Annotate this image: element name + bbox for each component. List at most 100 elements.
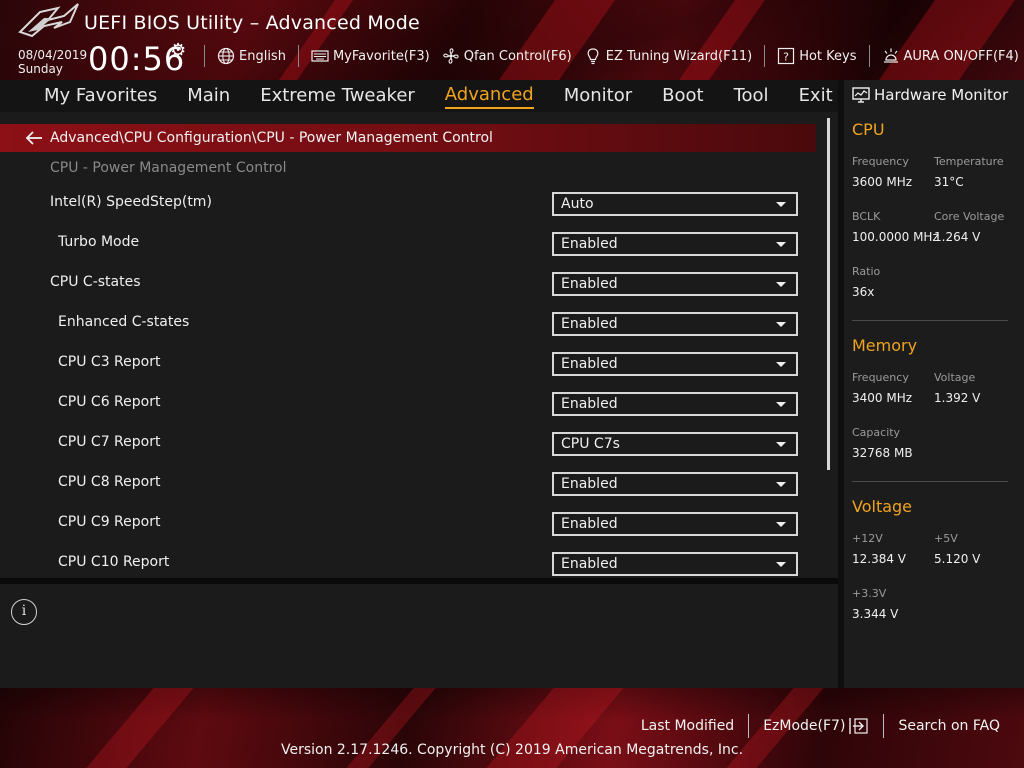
setting-row[interactable]: Intel(R) SpeedStep(tm) Auto [0, 192, 820, 234]
ezmode-button[interactable]: EzMode(F7) [749, 717, 883, 735]
question-box-icon: ? [778, 47, 795, 65]
cpu-c8-report-select[interactable]: Enabled [552, 472, 798, 496]
info-icon: i [11, 599, 37, 625]
scrollbar[interactable] [827, 118, 830, 470]
tab-my-favorites[interactable]: My Favorites [44, 85, 157, 108]
tab-monitor[interactable]: Monitor [564, 85, 632, 108]
core-voltage-value: 1.264 V [934, 230, 981, 244]
toolbar: English MyFavorite(F3) Qfan Control(F6) … [198, 44, 1024, 68]
v33-value: 3.344 V [852, 607, 899, 621]
setting-row[interactable]: Turbo Mode Enabled [0, 232, 820, 274]
select-value: Enabled [561, 516, 618, 532]
select-value: Enabled [561, 476, 618, 492]
back-arrow-icon[interactable] [24, 130, 44, 146]
setting-label: CPU C6 Report [58, 394, 161, 410]
select-value: Auto [561, 196, 594, 212]
setting-label: CPU C7 Report [58, 434, 161, 450]
tab-exit[interactable]: Exit [799, 85, 833, 108]
select-value: Enabled [561, 316, 618, 332]
exit-arrow-icon [849, 718, 869, 734]
hardware-monitor-title: Hardware Monitor [852, 86, 1008, 104]
aura-light-icon [883, 48, 898, 63]
tab-main[interactable]: Main [187, 85, 230, 108]
turbo-mode-select[interactable]: Enabled [552, 232, 798, 256]
breadcrumb-path: Advanced\CPU Configuration\CPU - Power M… [50, 130, 493, 146]
cpu-frequency-label: Frequency [852, 155, 909, 168]
gear-icon[interactable]: ⚙ [170, 40, 186, 61]
setting-label: CPU C10 Report [58, 554, 170, 570]
chevron-down-icon [776, 362, 786, 367]
header-bar: UEFI BIOS Utility – Advanced Mode 08/04/… [0, 0, 1024, 80]
chevron-down-icon [776, 282, 786, 287]
cpu-c9-report-select[interactable]: Enabled [552, 512, 798, 536]
cpu-temperature-value: 31°C [934, 175, 964, 189]
chevron-down-icon [776, 522, 786, 527]
tab-boot[interactable]: Boot [662, 85, 703, 108]
tab-extreme-tweaker[interactable]: Extreme Tweaker [260, 85, 415, 108]
v5-label: +5V [934, 532, 958, 545]
speedstep-select[interactable]: Auto [552, 192, 798, 216]
ratio-value: 36x [852, 285, 875, 299]
memory-voltage-value: 1.392 V [934, 391, 981, 405]
chevron-down-icon [776, 322, 786, 327]
select-value: Enabled [561, 276, 618, 292]
capacity-value: 32768 MB [852, 446, 913, 460]
bclk-label: BCLK [852, 210, 881, 223]
breadcrumb[interactable]: Advanced\CPU Configuration\CPU - Power M… [0, 124, 816, 152]
ez-tuning-wizard-label: EZ Tuning Wizard(F11) [605, 48, 753, 64]
cpu-c3-report-select[interactable]: Enabled [552, 352, 798, 376]
cpu-c7-report-select[interactable]: CPU C7s [552, 432, 798, 456]
hot-keys-button[interactable]: ? Hot Keys [771, 47, 862, 65]
fan-icon [443, 48, 459, 64]
myfavorite-button[interactable]: MyFavorite(F3) [305, 47, 436, 65]
footer-links: Last Modified EzMode(F7) Search on FAQ [627, 714, 1014, 738]
aura-toggle-button[interactable]: AURA ON/OFF(F4) [876, 47, 1024, 65]
ez-tuning-wizard-button[interactable]: EZ Tuning Wizard(F11) [578, 47, 758, 65]
language-button[interactable]: English [211, 47, 292, 65]
setting-row[interactable]: CPU C-states Enabled [0, 272, 820, 314]
bclk-value: 100.0000 MHz [852, 230, 939, 244]
last-modified-button[interactable]: Last Modified [627, 718, 748, 734]
toolbar-divider [868, 45, 870, 67]
ratio-label: Ratio [852, 265, 881, 278]
setting-label: CPU C8 Report [58, 474, 161, 490]
setting-row[interactable]: CPU C7 Report CPU C7s [0, 432, 820, 474]
search-faq-button[interactable]: Search on FAQ [884, 718, 1014, 734]
setting-label: Intel(R) SpeedStep(tm) [50, 194, 212, 210]
memory-frequency-value: 3400 MHz [852, 391, 913, 405]
cpu-frequency-value: 3600 MHz [852, 175, 913, 189]
tab-tool[interactable]: Tool [734, 85, 769, 108]
date-display: 08/04/2019 Sunday [18, 48, 87, 76]
toolbar-divider [764, 45, 766, 67]
setting-row[interactable]: Enhanced C-states Enabled [0, 312, 820, 354]
select-value: Enabled [561, 556, 618, 572]
select-value: CPU C7s [561, 436, 620, 452]
rog-logo-icon [18, 3, 79, 38]
setting-row[interactable]: CPU C8 Report Enabled [0, 472, 820, 514]
setting-label: CPU C-states [50, 274, 141, 290]
cpu-c10-report-select[interactable]: Enabled [552, 552, 798, 576]
setting-row[interactable]: CPU C9 Report Enabled [0, 512, 820, 554]
select-value: Enabled [561, 236, 618, 252]
setting-row[interactable]: CPU C6 Report Enabled [0, 392, 820, 434]
footer-bar: Last Modified EzMode(F7) Search on FAQ V… [0, 688, 1024, 768]
aura-toggle-label: AURA ON/OFF(F4) [903, 48, 1019, 64]
enhanced-c-states-select[interactable]: Enabled [552, 312, 798, 336]
main-menu: My Favorites Main Extreme Tweaker Advanc… [0, 80, 838, 112]
chevron-down-icon [776, 402, 786, 407]
hot-keys-label: Hot Keys [799, 48, 857, 64]
ezmode-label: EzMode(F7) [763, 718, 846, 734]
cpu-c-states-select[interactable]: Enabled [552, 272, 798, 296]
cpu-c6-report-select[interactable]: Enabled [552, 392, 798, 416]
hardware-monitor-label: Hardware Monitor [874, 86, 1009, 104]
chevron-down-icon [776, 482, 786, 487]
tab-advanced[interactable]: Advanced [444, 84, 534, 109]
toolbar-divider [297, 45, 299, 67]
cpu-heading: CPU [852, 120, 885, 139]
setting-row[interactable]: CPU C3 Report Enabled [0, 352, 820, 394]
qfan-control-button[interactable]: Qfan Control(F6) [436, 47, 578, 65]
date-text: 08/04/2019 [18, 48, 88, 62]
copyright-text: Version 2.17.1246. Copyright (C) 2019 Am… [280, 742, 744, 758]
capacity-label: Capacity [852, 426, 901, 439]
setting-row[interactable]: CPU C10 Report Enabled [0, 552, 820, 578]
